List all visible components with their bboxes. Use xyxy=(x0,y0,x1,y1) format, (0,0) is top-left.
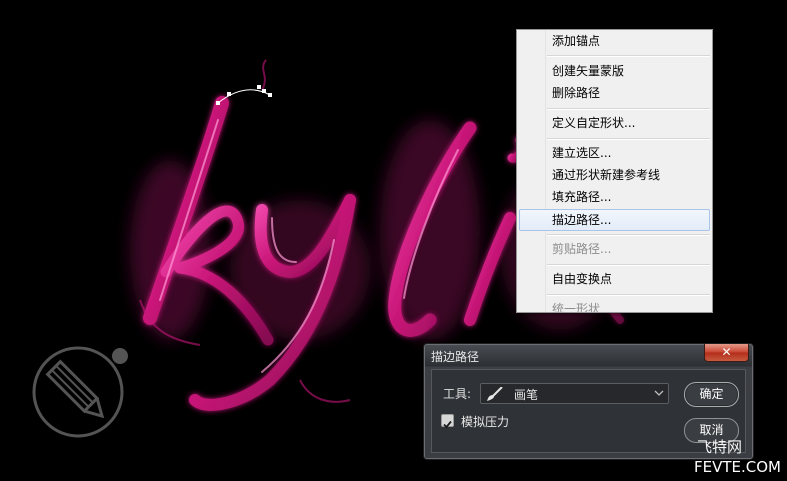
path-context-menu: 添加锚点 创建矢量蒙版 删除路径 定义自定形状... 建立选区... 通过形状新… xyxy=(516,29,713,313)
menu-item-new-guides-from-shape[interactable]: 通过形状新建参考线 xyxy=(519,164,710,186)
watermark-site: FEVTE.COM xyxy=(694,458,781,476)
tool-select-value: 画笔 xyxy=(514,388,539,402)
brush-icon xyxy=(487,387,503,401)
menu-item-define-custom-shape[interactable]: 定义自定形状... xyxy=(519,112,710,134)
menu-item-delete-path[interactable]: 删除路径 xyxy=(519,82,710,104)
watermark-brand: 飞特网 xyxy=(697,438,743,456)
tool-label: 工具: xyxy=(443,387,472,401)
menu-separator xyxy=(547,55,710,57)
tool-select[interactable]: 画笔 xyxy=(480,383,669,404)
menu-item-stroke-path[interactable]: 描边路径... xyxy=(519,209,710,231)
menu-item-add-anchor[interactable]: 添加锚点 xyxy=(519,30,710,52)
checkmark-icon xyxy=(443,420,452,429)
ok-button[interactable]: 确定 xyxy=(684,382,739,407)
menu-separator xyxy=(547,138,710,140)
menu-item-clipping-path[interactable]: 剪贴路径... xyxy=(519,238,710,260)
menu-item-free-transform-points[interactable]: 自由变换点 xyxy=(519,268,710,290)
simulate-pressure-checkbox[interactable] xyxy=(441,414,454,429)
menu-item-unify-shape[interactable]: 统一形状 xyxy=(519,298,710,312)
menu-separator xyxy=(547,108,710,110)
menu-item-create-vector-mask[interactable]: 创建矢量蒙版 xyxy=(519,60,710,82)
menu-separator xyxy=(547,294,710,296)
menu-item-make-selection[interactable]: 建立选区... xyxy=(519,142,710,164)
close-icon: ✕ xyxy=(721,345,732,359)
menu-separator xyxy=(547,234,710,236)
simulate-pressure-label: 模拟压力 xyxy=(461,415,510,429)
close-button[interactable]: ✕ xyxy=(704,344,749,362)
dialog-title: 描边路径 xyxy=(431,350,480,364)
chevron-down-icon xyxy=(654,390,664,396)
menu-separator xyxy=(547,264,710,266)
menu-item-fill-path[interactable]: 填充路径... xyxy=(519,186,710,208)
